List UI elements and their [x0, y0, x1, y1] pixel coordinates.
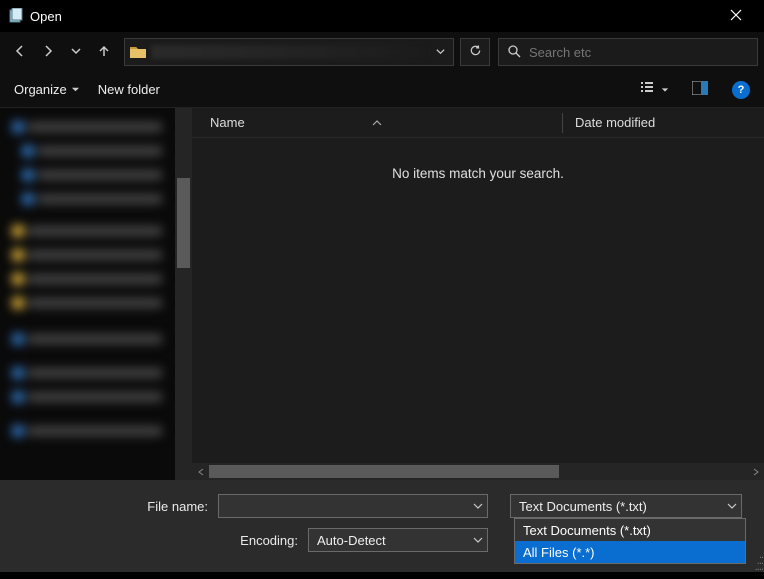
scrollbar-thumb[interactable] [177, 178, 190, 268]
address-path [151, 45, 427, 59]
chevron-down-icon [727, 499, 737, 514]
address-dropdown[interactable] [431, 45, 449, 60]
filetype-option[interactable]: Text Documents (*.txt) [515, 519, 745, 541]
preview-pane-icon [692, 81, 708, 98]
chevron-down-icon [69, 44, 83, 61]
filetype-combo[interactable]: Text Documents (*.txt) [510, 494, 742, 518]
organize-button[interactable]: Organize [14, 82, 80, 97]
organize-label: Organize [14, 82, 67, 97]
up-button[interactable] [90, 37, 118, 67]
search-box[interactable] [498, 38, 758, 66]
scrollbar-thumb[interactable] [209, 465, 559, 478]
nav-scrollbar[interactable] [175, 108, 192, 480]
chevron-down-icon [473, 533, 483, 548]
encoding-label: Encoding: [18, 533, 308, 548]
close-button[interactable] [716, 2, 756, 30]
preview-pane-button[interactable] [686, 78, 714, 102]
view-options-button[interactable] [640, 78, 668, 102]
help-button[interactable]: ? [732, 81, 750, 99]
filetype-selected: Text Documents (*.txt) [519, 499, 727, 514]
chevron-down-icon [473, 499, 483, 514]
filename-label: File name: [18, 499, 218, 514]
arrow-left-icon [13, 44, 27, 61]
chevron-down-icon [435, 45, 446, 60]
filetype-dropdown-list[interactable]: Text Documents (*.txt)All Files (*.*) [514, 518, 746, 564]
content-h-scrollbar[interactable] [192, 463, 764, 480]
new-folder-button[interactable]: New folder [98, 82, 160, 97]
address-bar[interactable] [124, 38, 454, 66]
column-name-label: Name [210, 115, 245, 130]
column-date-label: Date modified [575, 115, 655, 130]
view-list-icon [640, 81, 658, 98]
arrow-right-icon [41, 44, 55, 61]
help-glyph: ? [738, 84, 745, 96]
empty-message: No items match your search. [192, 138, 764, 181]
folder-icon [129, 44, 147, 60]
back-button[interactable] [6, 37, 34, 67]
refresh-icon [469, 44, 482, 60]
filetype-option[interactable]: All Files (*.*) [515, 541, 745, 563]
sort-indicator-icon [372, 114, 382, 129]
resize-grip-icon: . .. . .. . . . [755, 552, 762, 570]
column-header-date-modified[interactable]: Date modified [563, 115, 764, 130]
forward-button[interactable] [34, 37, 62, 67]
close-icon [730, 9, 742, 24]
scroll-right-icon[interactable] [747, 463, 764, 480]
arrow-up-icon [97, 44, 111, 61]
file-list-pane: Name Date modified No items match your s… [192, 108, 764, 480]
new-folder-label: New folder [98, 82, 160, 97]
navigation-pane[interactable] [0, 108, 192, 480]
recent-locations-button[interactable] [62, 37, 90, 67]
refresh-button[interactable] [460, 38, 490, 66]
caret-down-icon [661, 82, 669, 97]
folder-tree [12, 116, 162, 472]
column-header-name[interactable]: Name [192, 115, 562, 130]
scroll-left-icon[interactable] [192, 463, 209, 480]
window-title: Open [30, 9, 62, 24]
search-input[interactable] [529, 45, 749, 60]
app-icon [8, 8, 24, 24]
filename-combo[interactable] [218, 494, 488, 518]
search-icon [507, 44, 521, 61]
encoding-combo[interactable]: Auto-Detect [308, 528, 488, 552]
caret-down-icon [71, 82, 80, 97]
encoding-value: Auto-Detect [317, 533, 473, 548]
